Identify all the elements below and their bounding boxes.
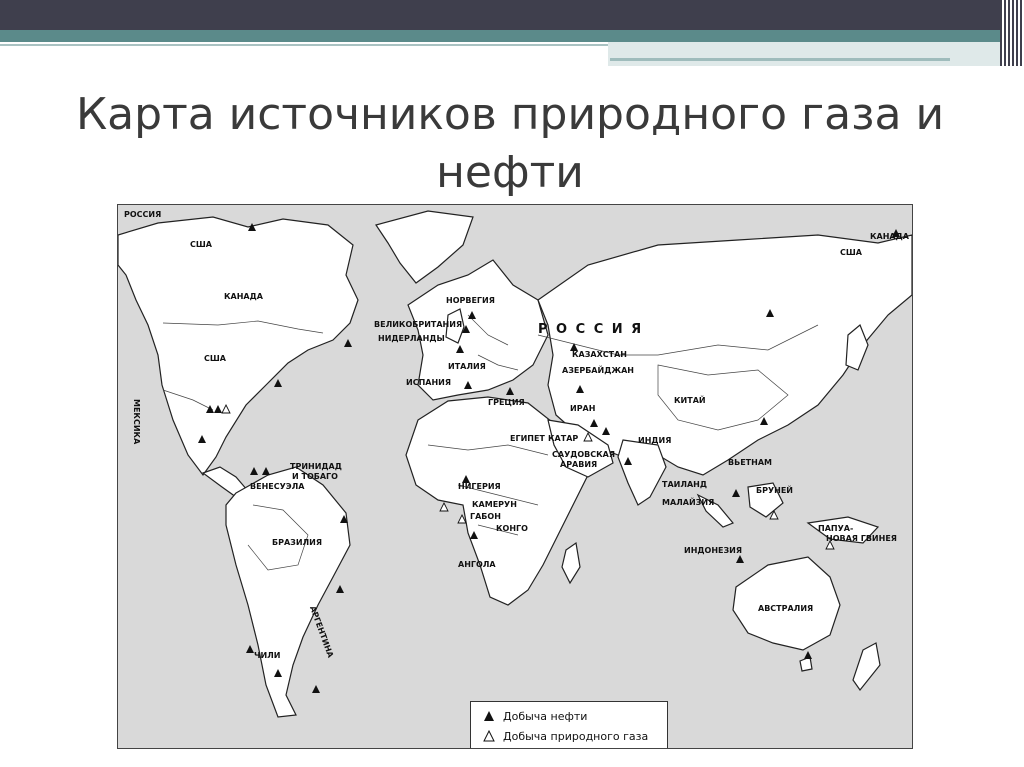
legend-gas-label: Добыча природного газа xyxy=(503,729,649,743)
label-norway: НОРВЕГИЯ xyxy=(446,296,495,305)
label-vietnam: ВЬЕТНАМ xyxy=(728,458,772,467)
oil-marker xyxy=(312,685,320,693)
world-map-svg: РОССИЯ США КАНАДА США КАНАДА США МЕКСИКА… xyxy=(118,210,912,718)
label-qatar: КАТАР xyxy=(548,434,578,443)
oil-marker xyxy=(736,555,744,563)
label-gabon: ГАБОН xyxy=(470,512,501,521)
new-zealand-landmass xyxy=(852,642,881,692)
label-indonesia: ИНДОНЕЗИЯ xyxy=(684,546,742,555)
header-bar-teal xyxy=(0,30,1000,42)
label-australia: АВСТРАЛИЯ xyxy=(758,604,813,613)
madagascar-landmass xyxy=(561,541,581,585)
label-russia-big: Р О С С И Я xyxy=(538,322,643,337)
label-brunei: БРУНЕЙ xyxy=(756,484,793,495)
label-trinidad-1: ТРИНИДАД xyxy=(290,462,342,471)
label-argentina: АРГЕНТИНА xyxy=(308,605,335,660)
oil-marker xyxy=(262,467,270,475)
map-legend: Добыча нефти Добыча природного газа xyxy=(470,701,668,748)
label-azerbaijan: АЗЕРБАЙДЖАН xyxy=(562,364,634,375)
label-trinidad-2: И ТОБАГО xyxy=(292,472,338,481)
slide-title: Карта источников природного газа и нефти xyxy=(75,89,945,198)
oil-marker xyxy=(274,379,282,387)
label-nigeria: НИГЕРИЯ xyxy=(458,482,501,491)
legend-oil-row: Добыча нефти xyxy=(483,708,587,724)
oil-marker xyxy=(732,489,740,497)
label-png-2: НОВАЯ ГВИНЕЯ xyxy=(826,534,897,543)
label-usa-east: США xyxy=(840,248,863,257)
label-kazakhstan: КАЗАХСТАН xyxy=(572,350,627,359)
label-venezuela: ВЕНЕСУЭЛА xyxy=(250,482,305,491)
label-usa: США xyxy=(204,354,227,363)
header-line xyxy=(0,44,608,46)
legend-gas-row: Добыча природного газа xyxy=(483,728,648,744)
oil-marker xyxy=(506,387,514,395)
label-uk: ВЕЛИКОБРИТАНИЯ xyxy=(374,320,462,329)
header-bar-light xyxy=(608,42,1000,66)
oil-marker xyxy=(804,651,812,659)
world-map: РОССИЯ США КАНАДА США КАНАДА США МЕКСИКА… xyxy=(117,204,913,749)
label-thailand: ТАИЛАНД xyxy=(662,480,707,489)
label-saudi-1: САУДОВСКАЯ xyxy=(552,450,615,459)
oil-marker xyxy=(246,645,254,653)
header-line-accent xyxy=(610,58,950,61)
legend-oil-label: Добыча нефти xyxy=(503,709,588,723)
label-netherlands: НИДЕРЛАНДЫ xyxy=(378,334,445,343)
label-italy: ИТАЛИЯ xyxy=(448,362,486,371)
north-america-landmass xyxy=(118,216,359,477)
label-india: ИНДИЯ xyxy=(638,436,671,445)
gas-marker xyxy=(439,501,449,512)
label-malaysia: МАЛАЙЗИЯ xyxy=(662,496,714,507)
label-congo: КОНГО xyxy=(496,524,528,533)
label-angola: АНГОЛА xyxy=(458,560,496,569)
label-saudi-2: АРАВИЯ xyxy=(560,460,597,469)
header-corner-accent xyxy=(1000,0,1024,66)
label-mexico: МЕКСИКА xyxy=(132,399,141,445)
oil-marker xyxy=(250,467,258,475)
oil-marker xyxy=(344,339,352,347)
label-iran: ИРАН xyxy=(570,404,595,413)
label-usa-alaska: США xyxy=(190,240,213,249)
label-cameroon: КАМЕРУН xyxy=(472,500,517,509)
oil-marker xyxy=(336,585,344,593)
label-chile: ЧИЛИ xyxy=(254,651,281,660)
label-png-1: ПАПУА- xyxy=(818,524,853,533)
label-canada: КАНАДА xyxy=(224,292,264,301)
tasmania-landmass xyxy=(799,656,813,672)
label-china: КИТАЙ xyxy=(674,394,706,405)
gas-triangle-icon xyxy=(483,730,495,742)
india-landmass xyxy=(617,439,667,506)
label-spain: ИСПАНИЯ xyxy=(406,378,451,387)
label-greece: ГРЕЦИЯ xyxy=(488,398,525,407)
greenland-landmass xyxy=(375,210,474,284)
header-bar-dark xyxy=(0,0,1000,30)
label-egypt: ЕГИПЕТ xyxy=(510,434,545,443)
label-brazil: БРАЗИЛИЯ xyxy=(272,538,322,547)
south-america-landmass xyxy=(225,466,351,718)
oil-triangle-icon xyxy=(484,711,494,721)
label-canada-east: КАНАДА xyxy=(870,232,910,241)
label-russia-corner: РОССИЯ xyxy=(124,210,161,219)
